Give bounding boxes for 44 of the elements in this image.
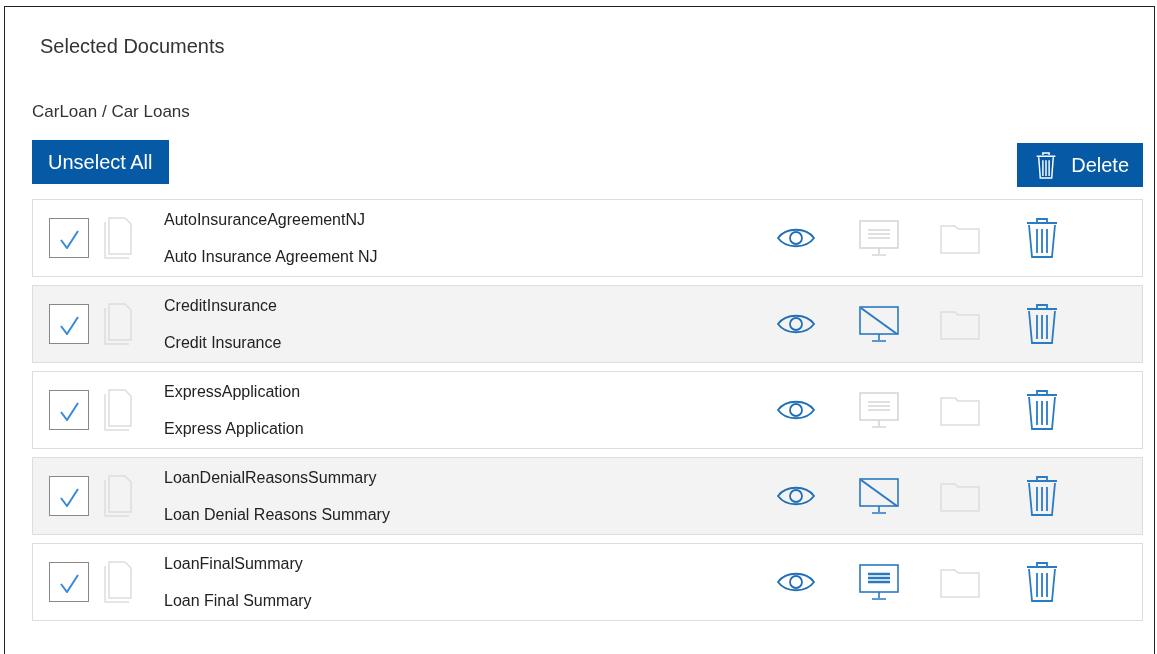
breadcrumb: CarLoan / Car Loans (32, 102, 191, 122)
panel-title: Selected Documents (39, 35, 226, 58)
check-icon (59, 574, 79, 593)
eye-icon[interactable] (776, 398, 816, 422)
document-name: CreditInsurance (164, 296, 278, 315)
document-name: LoanDenialReasonsSummary (164, 468, 378, 487)
monitor-icon[interactable] (858, 563, 900, 601)
trash-icon[interactable] (1026, 476, 1058, 516)
check-icon (59, 402, 79, 421)
document-description: Express Application (164, 419, 305, 438)
document-name: LoanFinalSummary (164, 554, 304, 573)
folder-icon (940, 566, 980, 598)
unselect-all-button[interactable]: Unselect All (32, 140, 169, 184)
document-icon (103, 216, 135, 260)
document-name: AutoInsuranceAgreementNJ (164, 210, 366, 229)
eye-icon[interactable] (776, 570, 816, 594)
checkbox[interactable] (49, 476, 89, 516)
document-description: Loan Denial Reasons Summary (164, 505, 391, 524)
document-description: Credit Insurance (164, 333, 283, 352)
document-icon (103, 388, 135, 432)
folder-icon (940, 394, 980, 426)
checkbox[interactable] (49, 390, 89, 430)
document-description: Auto Insurance Agreement NJ (164, 247, 379, 266)
eye-icon[interactable] (776, 484, 816, 508)
document-icon (103, 560, 135, 604)
folder-icon (940, 222, 980, 254)
check-icon (59, 230, 79, 249)
trash-icon[interactable] (1026, 390, 1058, 430)
delete-button[interactable]: Delete (1017, 143, 1143, 187)
trash-icon[interactable] (1026, 562, 1058, 602)
checkbox[interactable] (49, 218, 89, 258)
checkbox[interactable] (49, 562, 89, 602)
eye-icon[interactable] (776, 226, 816, 250)
check-icon (59, 316, 79, 335)
crossed-monitor-icon[interactable] (858, 477, 900, 515)
check-icon (59, 488, 79, 507)
trash-icon (1035, 151, 1058, 179)
document-description: Loan Final Summary (164, 591, 313, 610)
crossed-monitor-icon[interactable] (858, 305, 900, 343)
trash-icon[interactable] (1026, 304, 1058, 344)
trash-icon[interactable] (1026, 218, 1058, 258)
eye-icon[interactable] (776, 312, 816, 336)
document-name: ExpressApplication (164, 382, 302, 401)
checkbox[interactable] (49, 304, 89, 344)
